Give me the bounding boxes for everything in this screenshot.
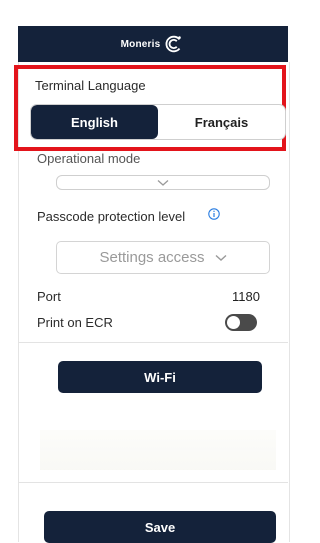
divider xyxy=(18,482,288,483)
port-value: 1180 xyxy=(232,289,260,304)
brand-name: Moneris xyxy=(120,38,161,50)
operational-mode-label: Operational mode xyxy=(37,151,141,166)
save-button[interactable]: Save xyxy=(44,511,276,543)
passcode-label: Passcode protection level xyxy=(37,209,186,224)
print-on-ecr-label: Print on ECR xyxy=(37,315,113,330)
passcode-select[interactable]: Settings access xyxy=(56,241,270,274)
passcode-value: Settings access xyxy=(99,249,205,266)
language-option-english[interactable]: English xyxy=(31,105,158,139)
top-strip xyxy=(0,0,303,26)
moneris-logo-icon xyxy=(165,35,182,53)
terminal-language-toggle[interactable]: English Français xyxy=(30,104,286,140)
chevron-down-icon xyxy=(215,254,226,261)
terminal-language-label: Terminal Language xyxy=(35,78,146,93)
toggle-knob xyxy=(227,316,240,329)
divider xyxy=(18,342,288,343)
language-option-french[interactable]: Français xyxy=(158,105,285,139)
operational-mode-select[interactable] xyxy=(56,175,270,190)
port-label: Port xyxy=(37,289,61,304)
wifi-button[interactable]: Wi-Fi xyxy=(58,361,262,393)
faded-area xyxy=(40,430,276,470)
info-icon[interactable] xyxy=(208,208,220,220)
chevron-down-icon xyxy=(157,179,169,186)
print-on-ecr-toggle[interactable] xyxy=(225,314,257,331)
app-header: Moneris xyxy=(18,26,288,62)
